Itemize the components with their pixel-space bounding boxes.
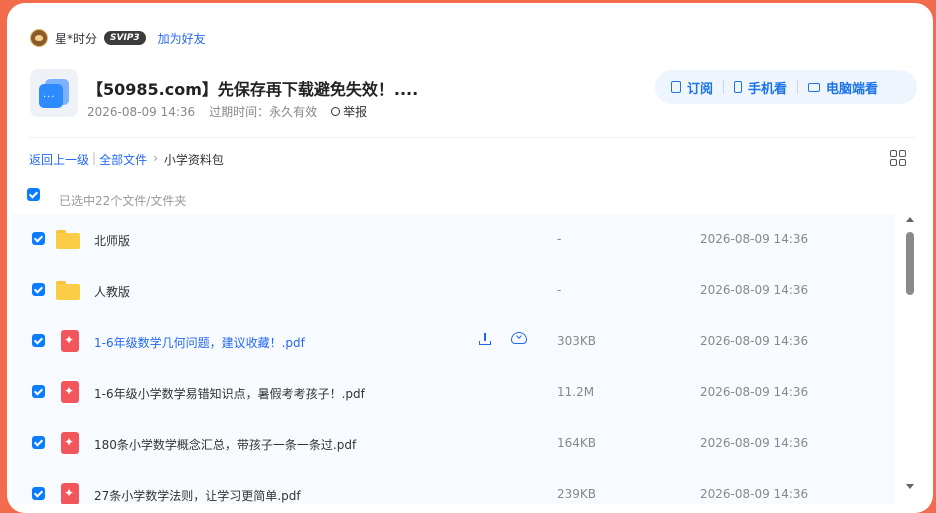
grid-view-icon[interactable]	[890, 150, 906, 166]
pdf-icon	[61, 483, 79, 504]
add-friend-link[interactable]: 加为好友	[158, 30, 206, 47]
folder-icon	[56, 230, 80, 249]
report-label: 举报	[343, 105, 368, 119]
phone-label: 手机看	[748, 81, 788, 97]
scrollbar[interactable]	[903, 214, 917, 499]
breadcrumb: 返回上一级 | 全部文件 › 小学资料包	[29, 151, 224, 168]
scroll-up-icon[interactable]	[906, 217, 914, 222]
file-name[interactable]: 北师版	[94, 232, 130, 249]
divider	[30, 137, 915, 138]
file-row[interactable]: 180条小学数学概念汇总，带孩子一条一条过.pdf 164KB 2026-08-…	[12, 418, 895, 469]
view-on-phone-button[interactable]: 手机看	[734, 78, 787, 97]
file-size: -	[557, 283, 562, 297]
scroll-down-icon[interactable]	[906, 484, 914, 489]
view-on-pc-button[interactable]: 电脑端看	[808, 78, 878, 97]
file-size: 239KB	[557, 487, 597, 501]
breadcrumb-current: 小学资料包	[163, 153, 224, 167]
share-actions: 订阅 手机看 电脑端看	[655, 70, 917, 104]
monitor-icon	[808, 82, 821, 92]
share-meta: 2026-08-09 14:36 过期时间：永久有效 举报	[87, 103, 367, 120]
file-row[interactable]: 1-6年级数学几何问题，建议收藏！.pdf 303KB 2026-08-09 1…	[12, 316, 895, 367]
subscribe-button[interactable]: 订阅	[671, 78, 713, 97]
file-date: 2026-08-09 14:36	[700, 334, 809, 348]
share-title: 【50985.com】先保存再下载避免失效！....	[87, 80, 419, 99]
file-name[interactable]: 1-6年级小学数学易错知识点，暑假考考孩子！.pdf	[94, 385, 365, 402]
breadcrumb-all-files[interactable]: 全部文件	[99, 151, 147, 168]
share-card: 星*时分 SVIP3 加为好友 ··· 【50985.com】先保存再下载避免失…	[7, 3, 933, 513]
row-checkbox[interactable]	[32, 283, 45, 296]
scroll-thumb[interactable]	[906, 232, 914, 295]
share-file-icon: ···	[30, 69, 78, 117]
avatar[interactable]	[30, 29, 48, 47]
pdf-icon	[61, 432, 79, 454]
file-date: 2026-08-09 14:36	[700, 385, 809, 399]
row-checkbox[interactable]	[32, 487, 45, 500]
share-expire-time: 过期时间：永久有效	[209, 105, 318, 119]
file-row[interactable]: 人教版 - 2026-08-09 14:36	[12, 265, 895, 316]
folder-icon	[56, 281, 80, 300]
file-name[interactable]: 人教版	[94, 283, 130, 300]
file-size: 11.2M	[557, 385, 595, 399]
file-row[interactable]: 北师版 - 2026-08-09 14:36	[12, 214, 895, 265]
file-date: 2026-08-09 14:36	[700, 232, 809, 246]
vip-badge: SVIP3	[104, 31, 146, 45]
pdf-icon	[61, 330, 79, 352]
pdf-icon	[61, 381, 79, 403]
file-date: 2026-08-09 14:36	[700, 283, 809, 297]
phone-icon	[734, 81, 743, 93]
row-checkbox[interactable]	[32, 385, 45, 398]
owner-name: 星*时分	[55, 31, 98, 46]
file-size: 164KB	[557, 436, 597, 450]
cloud-save-icon[interactable]	[511, 332, 527, 344]
breadcrumb-back[interactable]: 返回上一级	[29, 151, 89, 168]
row-checkbox[interactable]	[32, 232, 45, 245]
file-name[interactable]: 180条小学数学概念汇总，带孩子一条一条过.pdf	[94, 436, 356, 453]
subscribe-label: 订阅	[687, 81, 714, 97]
file-name[interactable]: 1-6年级数学几何问题，建议收藏！.pdf	[94, 334, 305, 351]
file-size: 303KB	[557, 334, 597, 348]
file-size: -	[557, 232, 562, 246]
bookmark-icon	[671, 81, 681, 93]
share-created-time: 2026-08-09 14:36	[87, 104, 196, 119]
file-row[interactable]: 27条小学数学法则，让学习更简单.pdf 239KB 2026-08-09 14…	[12, 469, 895, 504]
report-button[interactable]: 举报	[331, 103, 367, 120]
file-date: 2026-08-09 14:36	[700, 436, 809, 450]
select-all-checkbox[interactable]	[27, 188, 40, 201]
file-date: 2026-08-09 14:36	[700, 487, 809, 501]
file-row[interactable]: 1-6年级小学数学易错知识点，暑假考考孩子！.pdf 11.2M 2026-08…	[12, 367, 895, 418]
owner-info: 星*时分 SVIP3 加为好友	[30, 28, 206, 48]
file-name[interactable]: 27条小学数学法则，让学习更简单.pdf	[94, 487, 301, 504]
row-checkbox[interactable]	[32, 334, 45, 347]
selection-count: 已选中22个文件/文件夹	[59, 194, 187, 208]
report-icon	[331, 107, 341, 116]
row-checkbox[interactable]	[32, 436, 45, 449]
file-list: 北师版 - 2026-08-09 14:36 人教版 - 2026-08-09 …	[12, 214, 895, 504]
pc-label: 电脑端看	[826, 81, 879, 97]
download-icon[interactable]	[478, 332, 492, 346]
